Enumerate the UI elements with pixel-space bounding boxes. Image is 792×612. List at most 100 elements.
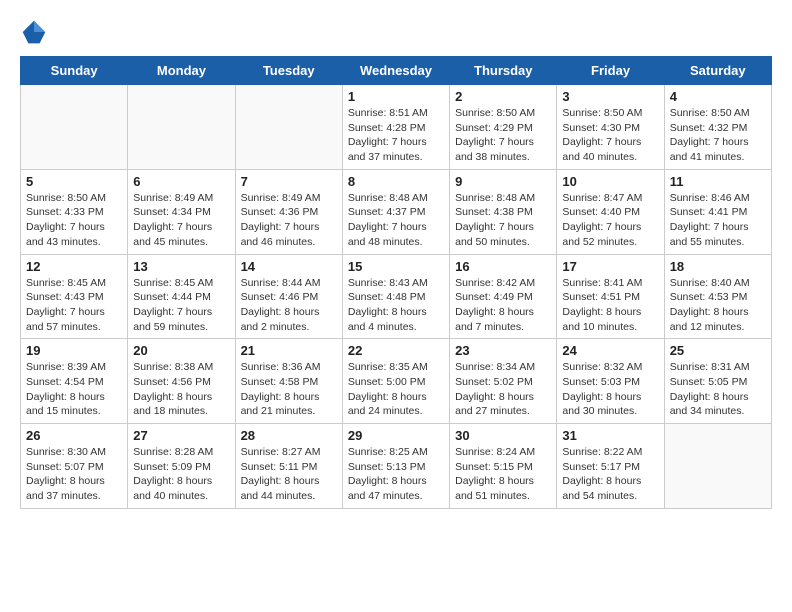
- day-number: 22: [348, 343, 444, 358]
- day-detail: Sunrise: 8:36 AM Sunset: 4:58 PM Dayligh…: [241, 360, 337, 419]
- day-detail: Sunrise: 8:51 AM Sunset: 4:28 PM Dayligh…: [348, 106, 444, 165]
- calendar-cell: 5 Sunrise: 8:50 AM Sunset: 4:33 PM Daylig…: [21, 169, 128, 254]
- calendar-cell: 19Sunrise: 8:39 AM Sunset: 4:54 PM Dayli…: [21, 339, 128, 424]
- calendar-cell: [235, 85, 342, 170]
- day-number: 2: [455, 89, 551, 104]
- calendar-cell: 26 Sunrise: 8:30 AM Sunset: 5:07 PM Dayli…: [21, 424, 128, 509]
- day-detail: Sunrise: 8:46 AM Sunset: 4:41 PM Dayligh…: [670, 191, 766, 250]
- calendar-cell: [21, 85, 128, 170]
- day-detail: Sunrise: 8:49 AM Sunset: 4:34 PM Dayligh…: [133, 191, 229, 250]
- day-number: 26: [26, 428, 122, 443]
- day-number: 3: [562, 89, 658, 104]
- day-detail: Sunrise: 8:28 AM Sunset: 5:09 PM Dayligh…: [133, 445, 229, 504]
- day-detail: Sunrise: 8:44 AM Sunset: 4:46 PM Dayligh…: [241, 276, 337, 335]
- calendar-cell: 17Sunrise: 8:41 AM Sunset: 4:51 PM Dayli…: [557, 254, 664, 339]
- day-number: 29: [348, 428, 444, 443]
- day-detail: Sunrise: 8:48 AM Sunset: 4:37 PM Dayligh…: [348, 191, 444, 250]
- day-header-wednesday: Wednesday: [342, 57, 449, 85]
- day-header-tuesday: Tuesday: [235, 57, 342, 85]
- calendar-cell: 28 Sunrise: 8:27 AM Sunset: 5:11 PM Dayli…: [235, 424, 342, 509]
- day-detail: Sunrise: 8:50 AM Sunset: 4:30 PM Dayligh…: [562, 106, 658, 165]
- day-number: 7: [241, 174, 337, 189]
- day-detail: Sunrise: 8:32 AM Sunset: 5:03 PM Dayligh…: [562, 360, 658, 419]
- day-detail: Sunrise: 8:25 AM Sunset: 5:13 PM Dayligh…: [348, 445, 444, 504]
- calendar-cell: 31Sunrise: 8:22 AM Sunset: 5:17 PM Dayli…: [557, 424, 664, 509]
- day-detail: Sunrise: 8:45 AM Sunset: 4:44 PM Dayligh…: [133, 276, 229, 335]
- day-number: 20: [133, 343, 229, 358]
- calendar-cell: 22 Sunrise: 8:35 AM Sunset: 5:00 PM Dayli…: [342, 339, 449, 424]
- day-number: 4: [670, 89, 766, 104]
- calendar-cell: 4 Sunrise: 8:50 AM Sunset: 4:32 PM Daylig…: [664, 85, 771, 170]
- day-header-monday: Monday: [128, 57, 235, 85]
- calendar-week-2: 5 Sunrise: 8:50 AM Sunset: 4:33 PM Daylig…: [21, 169, 772, 254]
- calendar-cell: 25 Sunrise: 8:31 AM Sunset: 5:05 PM Dayli…: [664, 339, 771, 424]
- calendar-cell: 20 Sunrise: 8:38 AM Sunset: 4:56 PM Dayli…: [128, 339, 235, 424]
- day-number: 25: [670, 343, 766, 358]
- day-detail: Sunrise: 8:45 AM Sunset: 4:43 PM Dayligh…: [26, 276, 122, 335]
- day-number: 18: [670, 259, 766, 274]
- day-detail: Sunrise: 8:38 AM Sunset: 4:56 PM Dayligh…: [133, 360, 229, 419]
- day-number: 30: [455, 428, 551, 443]
- day-detail: Sunrise: 8:27 AM Sunset: 5:11 PM Dayligh…: [241, 445, 337, 504]
- day-number: 13: [133, 259, 229, 274]
- day-detail: Sunrise: 8:34 AM Sunset: 5:02 PM Dayligh…: [455, 360, 551, 419]
- calendar-cell: 21 Sunrise: 8:36 AM Sunset: 4:58 PM Dayli…: [235, 339, 342, 424]
- day-number: 9: [455, 174, 551, 189]
- calendar-cell: 14 Sunrise: 8:44 AM Sunset: 4:46 PM Dayli…: [235, 254, 342, 339]
- calendar-cell: 30 Sunrise: 8:24 AM Sunset: 5:15 PM Dayli…: [450, 424, 557, 509]
- day-number: 15: [348, 259, 444, 274]
- calendar-week-4: 19Sunrise: 8:39 AM Sunset: 4:54 PM Dayli…: [21, 339, 772, 424]
- day-header-thursday: Thursday: [450, 57, 557, 85]
- calendar-table: SundayMondayTuesdayWednesdayThursdayFrid…: [20, 56, 772, 509]
- day-header-saturday: Saturday: [664, 57, 771, 85]
- header: [20, 18, 772, 46]
- day-detail: Sunrise: 8:43 AM Sunset: 4:48 PM Dayligh…: [348, 276, 444, 335]
- day-header-friday: Friday: [557, 57, 664, 85]
- day-header-sunday: Sunday: [21, 57, 128, 85]
- calendar-cell: 2 Sunrise: 8:50 AM Sunset: 4:29 PM Daylig…: [450, 85, 557, 170]
- calendar-cell: 24 Sunrise: 8:32 AM Sunset: 5:03 PM Dayli…: [557, 339, 664, 424]
- calendar-cell: 12Sunrise: 8:45 AM Sunset: 4:43 PM Dayli…: [21, 254, 128, 339]
- day-detail: Sunrise: 8:35 AM Sunset: 5:00 PM Dayligh…: [348, 360, 444, 419]
- calendar-week-3: 12Sunrise: 8:45 AM Sunset: 4:43 PM Dayli…: [21, 254, 772, 339]
- page: SundayMondayTuesdayWednesdayThursdayFrid…: [0, 0, 792, 519]
- calendar-week-1: 1 Sunrise: 8:51 AM Sunset: 4:28 PM Daylig…: [21, 85, 772, 170]
- day-detail: Sunrise: 8:22 AM Sunset: 5:17 PM Dayligh…: [562, 445, 658, 504]
- day-detail: Sunrise: 8:50 AM Sunset: 4:29 PM Dayligh…: [455, 106, 551, 165]
- day-number: 16: [455, 259, 551, 274]
- day-detail: Sunrise: 8:48 AM Sunset: 4:38 PM Dayligh…: [455, 191, 551, 250]
- calendar-cell: 10Sunrise: 8:47 AM Sunset: 4:40 PM Dayli…: [557, 169, 664, 254]
- day-detail: Sunrise: 8:50 AM Sunset: 4:32 PM Dayligh…: [670, 106, 766, 165]
- day-number: 14: [241, 259, 337, 274]
- calendar-cell: 7 Sunrise: 8:49 AM Sunset: 4:36 PM Daylig…: [235, 169, 342, 254]
- calendar-cell: 8 Sunrise: 8:48 AM Sunset: 4:37 PM Daylig…: [342, 169, 449, 254]
- day-number: 10: [562, 174, 658, 189]
- logo: [20, 18, 52, 46]
- day-number: 8: [348, 174, 444, 189]
- day-detail: Sunrise: 8:30 AM Sunset: 5:07 PM Dayligh…: [26, 445, 122, 504]
- calendar-cell: [128, 85, 235, 170]
- calendar-cell: 6 Sunrise: 8:49 AM Sunset: 4:34 PM Daylig…: [128, 169, 235, 254]
- day-detail: Sunrise: 8:49 AM Sunset: 4:36 PM Dayligh…: [241, 191, 337, 250]
- calendar-cell: 23Sunrise: 8:34 AM Sunset: 5:02 PM Dayli…: [450, 339, 557, 424]
- day-number: 28: [241, 428, 337, 443]
- day-number: 6: [133, 174, 229, 189]
- day-number: 24: [562, 343, 658, 358]
- calendar-cell: 15 Sunrise: 8:43 AM Sunset: 4:48 PM Dayli…: [342, 254, 449, 339]
- day-number: 1: [348, 89, 444, 104]
- day-number: 21: [241, 343, 337, 358]
- day-detail: Sunrise: 8:31 AM Sunset: 5:05 PM Dayligh…: [670, 360, 766, 419]
- calendar-cell: 3 Sunrise: 8:50 AM Sunset: 4:30 PM Daylig…: [557, 85, 664, 170]
- calendar-cell: 18Sunrise: 8:40 AM Sunset: 4:53 PM Dayli…: [664, 254, 771, 339]
- day-number: 11: [670, 174, 766, 189]
- day-detail: Sunrise: 8:50 AM Sunset: 4:33 PM Dayligh…: [26, 191, 122, 250]
- day-number: 27: [133, 428, 229, 443]
- day-detail: Sunrise: 8:39 AM Sunset: 4:54 PM Dayligh…: [26, 360, 122, 419]
- calendar-cell: 9 Sunrise: 8:48 AM Sunset: 4:38 PM Daylig…: [450, 169, 557, 254]
- day-number: 5: [26, 174, 122, 189]
- day-detail: Sunrise: 8:24 AM Sunset: 5:15 PM Dayligh…: [455, 445, 551, 504]
- calendar-cell: 16 Sunrise: 8:42 AM Sunset: 4:49 PM Dayli…: [450, 254, 557, 339]
- calendar-cell: 29 Sunrise: 8:25 AM Sunset: 5:13 PM Dayli…: [342, 424, 449, 509]
- day-detail: Sunrise: 8:42 AM Sunset: 4:49 PM Dayligh…: [455, 276, 551, 335]
- day-number: 17: [562, 259, 658, 274]
